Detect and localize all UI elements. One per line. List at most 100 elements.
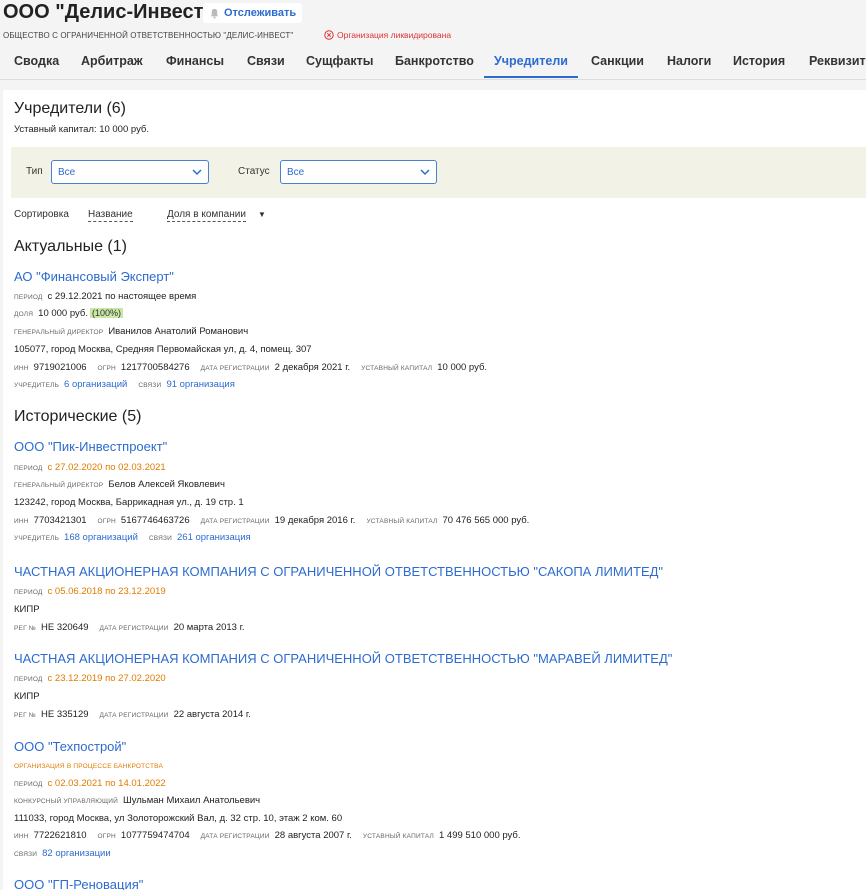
inn-value: 7722621810 [33,830,87,841]
country-value: КИПР [14,604,40,615]
founder-of-link[interactable]: 6 организаций [64,379,127,390]
reg-date-key: дата регистрации [99,712,169,719]
founder-relations: учредитель 168 организаций связи 261 орг… [14,532,262,543]
status-filter-select[interactable]: Все [280,160,437,184]
founder-of-key: учредитель [14,535,60,542]
period-key: период [14,781,43,788]
founder-relations: учредитель 6 организаций связи 91 органи… [14,379,246,390]
inn-key: ИНН [14,518,29,525]
inn-value: 7703421301 [33,515,87,526]
sort-label: Сортировка [14,209,69,220]
reg-date-value: 19 декабря 2016 г. [274,515,356,526]
type-filter-value: Все [58,167,76,178]
share-key: доля [14,311,34,318]
reg-date-value: 28 августа 2007 г. [274,830,352,841]
sort-by-share[interactable]: Доля в компании [167,209,246,222]
founder-name-link[interactable]: АО "Финансовый Эксперт" [14,269,174,284]
founder-name-link[interactable]: ЧАСТНАЯ АКЦИОНЕРНАЯ КОМПАНИЯ С ОГРАНИЧЕН… [14,651,672,666]
company-title: ООО "Делис-Инвест" [3,1,213,23]
links-key: связи [148,535,172,542]
director-value: Шульман Михаил Анатольевич [123,795,261,806]
filter-bar: Тип Все Статус Все [11,147,866,198]
caret-down-icon: ▼ [258,210,266,219]
tab-links[interactable]: Связи [247,46,285,78]
founder-requisites: РЕГ № НЕ 335129 дата регистрации 22 авгу… [14,709,262,720]
tab-bar: Сводка Арбитраж Финансы Связи Сущфакты Б… [0,46,866,80]
founder-period: период с 02.03.2021 по 14.01.2022 [14,778,177,789]
founder-name-link[interactable]: ООО "Техпострой" [14,739,126,754]
ogrn-key: ОГРН [97,833,116,840]
page-header: ООО "Делис-Инвест" Отслеживать ОБЩЕСТВО … [0,0,866,90]
capital-value: 10 000 руб. [437,362,488,373]
founder-address: 111033, город Москва, ул Золоторожский В… [14,813,353,824]
inn-key: ИНН [14,365,29,372]
links-link[interactable]: 82 организации [42,848,111,859]
reg-date-value: 2 декабря 2021 г. [274,362,351,373]
period-key: период [14,294,43,301]
founder-country: КИПР [14,604,51,615]
founder-of-link[interactable]: 168 организаций [64,532,138,543]
director-key: генеральный директор [14,329,104,336]
links-link[interactable]: 261 организация [177,532,251,543]
ogrn-key: ОГРН [97,365,116,372]
tab-founders[interactable]: Учредители [484,46,578,78]
reg-date-value: 20 марта 2013 г. [173,622,245,633]
watch-button[interactable]: Отслеживать [203,3,303,23]
links-link[interactable]: 91 организация [166,379,234,390]
founder-relations: связи 82 организации [14,848,122,859]
period-key: период [14,465,43,472]
tab-history[interactable]: История [733,46,785,78]
director-key: конкурсный управляющий [14,798,118,805]
director-key: генеральный директор [14,482,104,489]
founder-address: 123242, город Москва, Баррикадная ул., д… [14,497,255,508]
reg-date-value: 22 августа 2014 г. [173,709,251,720]
sort-by-name[interactable]: Название [88,209,133,222]
reg-number-value: НЕ 335129 [40,709,89,720]
tab-requisites[interactable]: Реквизиты [809,46,866,78]
founders-panel: Учредители (6) Уставный капитал: 10 000 … [3,90,866,890]
capital-value: 1 499 510 000 руб. [438,830,521,841]
inn-value: 9719021006 [33,362,87,373]
founder-period: период с 05.06.2018 по 23.12.2019 [14,586,177,597]
type-filter-label: Тип [26,166,43,177]
chevron-down-icon [420,169,430,176]
founder-name-link[interactable]: ЧАСТНАЯ АКЦИОНЕРНАЯ КОМПАНИЯ С ОГРАНИЧЕН… [14,564,663,579]
authorized-capital: Уставный капитал: 10 000 руб. [14,124,150,135]
tab-facts[interactable]: Сущфакты [306,46,373,78]
capital-value: 70 476 565 000 руб. [442,515,530,526]
tab-taxes[interactable]: Налоги [667,46,711,78]
founder-name-link[interactable]: ООО "Пик-Инвестпроект" [14,439,167,454]
period-value: с 02.03.2021 по 14.01.2022 [47,778,166,789]
reg-date-key: дата регистрации [99,625,169,632]
tab-arbitration[interactable]: Арбитраж [81,46,143,78]
capital-key: уставный капитал [362,833,434,840]
close-circle-icon [324,30,334,40]
founder-name-link[interactable]: ООО "ГП-Реновация" [14,877,143,890]
period-value: с 23.12.2019 по 27.02.2020 [47,673,166,684]
founder-of-key: учредитель [14,382,60,389]
tab-bankruptcy[interactable]: Банкротство [395,46,474,78]
period-key: период [14,676,43,683]
tab-finance[interactable]: Финансы [166,46,224,78]
watch-label: Отслеживать [224,7,297,19]
period-value: с 29.12.2021 по настоящее время [47,291,197,302]
share-percent-badge: (100%) [89,308,123,318]
reg-number-key: РЕГ № [14,712,36,719]
liquidation-status: Организация ликвидирована [324,30,451,40]
tab-summary[interactable]: Сводка [14,46,59,78]
founder-period: период с 23.12.2019 по 27.02.2020 [14,673,177,684]
period-value: с 05.06.2018 по 23.12.2019 [47,586,166,597]
ogrn-value: 1077759474704 [120,830,190,841]
address-value: 105077, город Москва, Средняя Первомайск… [14,344,312,355]
founder-requisites: РЕГ № НЕ 320649 дата регистрации 20 март… [14,622,256,633]
share-value: 10 000 руб. [38,308,88,319]
founder-director: конкурсный управляющий Шульман Михаил Ан… [14,795,271,806]
reg-date-key: дата регистрации [200,518,270,525]
status-filter-value: Все [287,167,305,178]
liquidation-status-text: Организация ликвидирована [337,30,452,40]
founder-requisites: ИНН 7722621810 ОГРН 1077759474704 дата р… [14,830,532,841]
period-key: период [14,589,43,596]
tab-sanctions[interactable]: Санкции [591,46,644,78]
type-filter-select[interactable]: Все [51,160,209,184]
ogrn-value: 1217700584276 [120,362,190,373]
